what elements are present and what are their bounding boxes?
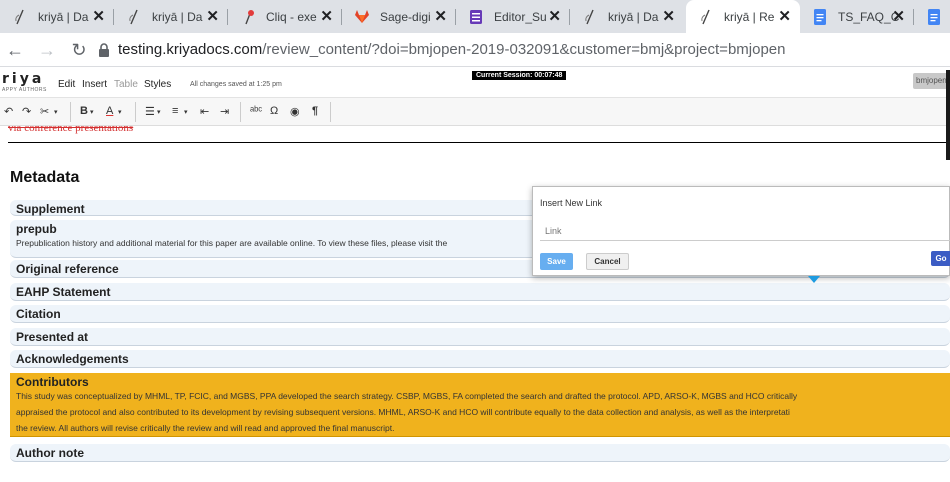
close-tab-icon[interactable]: ✕ <box>434 9 447 24</box>
section-eahp-statement[interactable]: EAHP Statement <box>10 283 950 301</box>
app-menubar: riya APPY AUTHORS Edit Insert Table Styl… <box>0 67 950 98</box>
address-bar: ← → ↻ testing.kriyadocs.com/review_conte… <box>0 33 950 67</box>
chevron-down-icon[interactable]: ▾ <box>157 108 161 116</box>
back-arrow-icon[interactable]: ← <box>4 39 26 61</box>
insert-link-popup: Insert New Link Save Cancel Go <box>532 186 950 276</box>
close-tab-icon[interactable]: ✕ <box>778 9 791 24</box>
user-badge[interactable]: bmjopen <box>913 73 950 89</box>
close-tab-icon[interactable]: ✕ <box>320 9 333 24</box>
logo-tagline: APPY AUTHORS <box>2 87 47 93</box>
section-presented-at[interactable]: Presented at <box>10 328 950 346</box>
session-timer: Current Session: 00:07:48 <box>472 71 567 80</box>
section-title: Acknowledgements <box>16 352 129 366</box>
save-status: All changes saved at 1:25 pm <box>190 81 282 88</box>
lock-icon <box>99 43 109 57</box>
section-text-line: the review. All authors will revise crit… <box>16 423 395 433</box>
kriya-icon <box>12 9 28 25</box>
browser-tab-strip: kriyā | Da ✕ kriyā | Da ✕ Cliq - exe ✕ S… <box>0 0 950 33</box>
document-body: via conference presentations Metadata Su… <box>0 126 950 482</box>
browser-tab[interactable]: kriyā | Da ✕ <box>0 0 114 33</box>
divider <box>8 142 950 143</box>
kriya-icon <box>698 9 714 25</box>
section-author-note[interactable]: Author note <box>10 444 950 462</box>
format-toolbar: ↶ ↷ ✂ ▾ B ▾ A ▾ ☰ ▾ ≡ ▾ ⇤ ⇥ ᵃᵇᶜ Ω ◉ ¶ <box>0 98 950 126</box>
section-acknowledgements[interactable]: Acknowledgements <box>10 350 950 368</box>
popup-pointer <box>808 276 820 283</box>
special-char-icon[interactable]: Ω <box>270 105 278 117</box>
url-field[interactable]: testing.kriyadocs.com/review_content/?do… <box>118 41 785 58</box>
deleted-text[interactable]: via conference presentations <box>8 126 133 134</box>
popup-title: Insert New Link <box>540 198 603 208</box>
section-text-line: This study was conceptualized by MHML, T… <box>16 391 798 401</box>
redo-icon[interactable]: ↷ <box>22 105 31 118</box>
cut-icon[interactable]: ✂ <box>40 105 49 118</box>
logo: riya <box>2 71 45 87</box>
chevron-down-icon[interactable]: ▾ <box>118 108 122 116</box>
close-tab-icon[interactable]: ✕ <box>662 9 675 24</box>
menu-insert[interactable]: Insert <box>82 79 107 90</box>
bold-icon[interactable]: B <box>80 105 88 117</box>
font-color-icon[interactable]: A <box>106 105 113 117</box>
browser-tab[interactable]: kriyā | Da ✕ <box>570 0 684 33</box>
cancel-button[interactable]: Cancel <box>586 253 629 270</box>
menu-edit[interactable]: Edit <box>58 79 75 90</box>
go-button[interactable]: Go <box>931 251 950 266</box>
section-title: Citation <box>16 307 61 321</box>
close-tab-icon[interactable]: ✕ <box>92 9 105 24</box>
metadata-heading: Metadata <box>10 169 80 186</box>
chevron-down-icon[interactable]: ▾ <box>90 108 94 116</box>
section-title: Author note <box>16 446 84 460</box>
undo-icon[interactable]: ↶ <box>4 105 13 118</box>
save-button[interactable]: Save <box>540 253 573 270</box>
section-title: EAHP Statement <box>16 285 111 299</box>
cliq-icon <box>240 9 256 25</box>
docs-icon <box>812 8 828 25</box>
bullet-list-icon[interactable]: ☰ <box>145 105 155 118</box>
close-tab-icon[interactable]: ✕ <box>892 9 905 24</box>
browser-tab[interactable]: kriyā | Da ✕ <box>114 0 228 33</box>
close-tab-icon[interactable]: ✕ <box>548 9 561 24</box>
indent-icon[interactable]: ⇥ <box>220 105 229 118</box>
numbered-list-icon[interactable]: ≡ <box>172 105 178 117</box>
kriya-icon <box>126 9 142 25</box>
chevron-down-icon[interactable]: ▾ <box>54 108 58 116</box>
reload-icon[interactable]: ↻ <box>68 39 90 61</box>
browser-tab[interactable]: TS_FAQ_C ✕ <box>800 0 914 33</box>
outdent-icon[interactable]: ⇤ <box>200 105 209 118</box>
browser-tab[interactable]: Cliq - exe ✕ <box>228 0 342 33</box>
browser-tab-active[interactable]: kriyā | Re ✕ <box>686 0 800 33</box>
browser-tab[interactable]: Editor_Su ✕ <box>456 0 570 33</box>
close-tab-icon[interactable]: ✕ <box>206 9 219 24</box>
forward-arrow-icon[interactable]: → <box>36 39 58 61</box>
docs-icon <box>926 8 942 25</box>
browser-tab[interactable]: Sage-digi ✕ <box>342 0 456 33</box>
section-title: Presented at <box>16 330 89 344</box>
scrollbar[interactable] <box>946 70 950 160</box>
forms-icon <box>468 9 484 25</box>
link-input[interactable] <box>540 221 950 241</box>
spellcheck-icon[interactable]: ᵃᵇᶜ <box>250 105 262 117</box>
section-citation[interactable]: Citation <box>10 305 950 323</box>
browser-tab[interactable] <box>914 0 950 33</box>
chevron-down-icon[interactable]: ▾ <box>184 108 188 116</box>
preview-eye-icon[interactable]: ◉ <box>290 105 300 118</box>
pilcrow-icon[interactable]: ¶ <box>312 105 318 117</box>
kriya-icon <box>582 9 598 25</box>
section-contributors[interactable]: Contributors This study was conceptualiz… <box>10 373 950 437</box>
menu-table[interactable]: Table <box>114 79 138 90</box>
gitlab-icon <box>354 9 370 25</box>
menu-styles[interactable]: Styles <box>144 79 171 90</box>
section-text-line: appraised the protocol and also contribu… <box>16 407 790 417</box>
